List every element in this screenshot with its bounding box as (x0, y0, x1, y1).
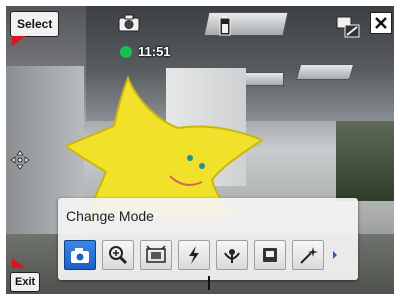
window-background (336, 121, 394, 201)
flash-mode-icon (189, 246, 199, 264)
macro-mode-icon (224, 249, 240, 263)
star-toy-image (66, 75, 265, 218)
move-icon[interactable] (10, 150, 30, 170)
status-dot (120, 46, 132, 58)
stylus-pointer (208, 276, 210, 290)
softkey-indicator (12, 36, 26, 46)
photo-mode-icon (71, 248, 89, 263)
mode-toolbar (64, 238, 352, 272)
select-button[interactable]: Select (10, 11, 60, 37)
menu-title: Change Mode (66, 208, 154, 224)
scroll-right-button[interactable] (330, 240, 340, 270)
scene-mode-icon (263, 248, 277, 262)
zoom-mode-icon (109, 246, 128, 265)
resolution-icon[interactable] (336, 16, 360, 38)
softkey-indicator (12, 258, 26, 268)
exit-button[interactable]: Exit (10, 272, 41, 292)
zoom-mode-button[interactable] (102, 240, 134, 270)
scene-mode-button[interactable] (254, 240, 286, 270)
battery-icon (219, 16, 231, 36)
macro-mode-button[interactable] (216, 240, 248, 270)
video-mode-icon (146, 245, 166, 263)
change-mode-menu: Change Mode (58, 198, 358, 280)
camera-viewfinder: Select 11:51 Change Mode Exit (6, 6, 394, 294)
camera-icon[interactable] (118, 14, 140, 32)
close-button[interactable] (370, 12, 392, 34)
video-mode-button[interactable] (140, 240, 172, 270)
ceiling-light (295, 64, 355, 80)
photo-mode-button[interactable] (64, 240, 96, 270)
effect-mode-icon (300, 247, 318, 264)
flash-mode-button[interactable] (178, 240, 210, 270)
effect-mode-button[interactable] (292, 240, 324, 270)
close-icon (375, 17, 387, 29)
clock-text: 11:51 (138, 44, 171, 59)
ceiling-light (203, 12, 289, 36)
chevron-right-icon (333, 251, 337, 259)
